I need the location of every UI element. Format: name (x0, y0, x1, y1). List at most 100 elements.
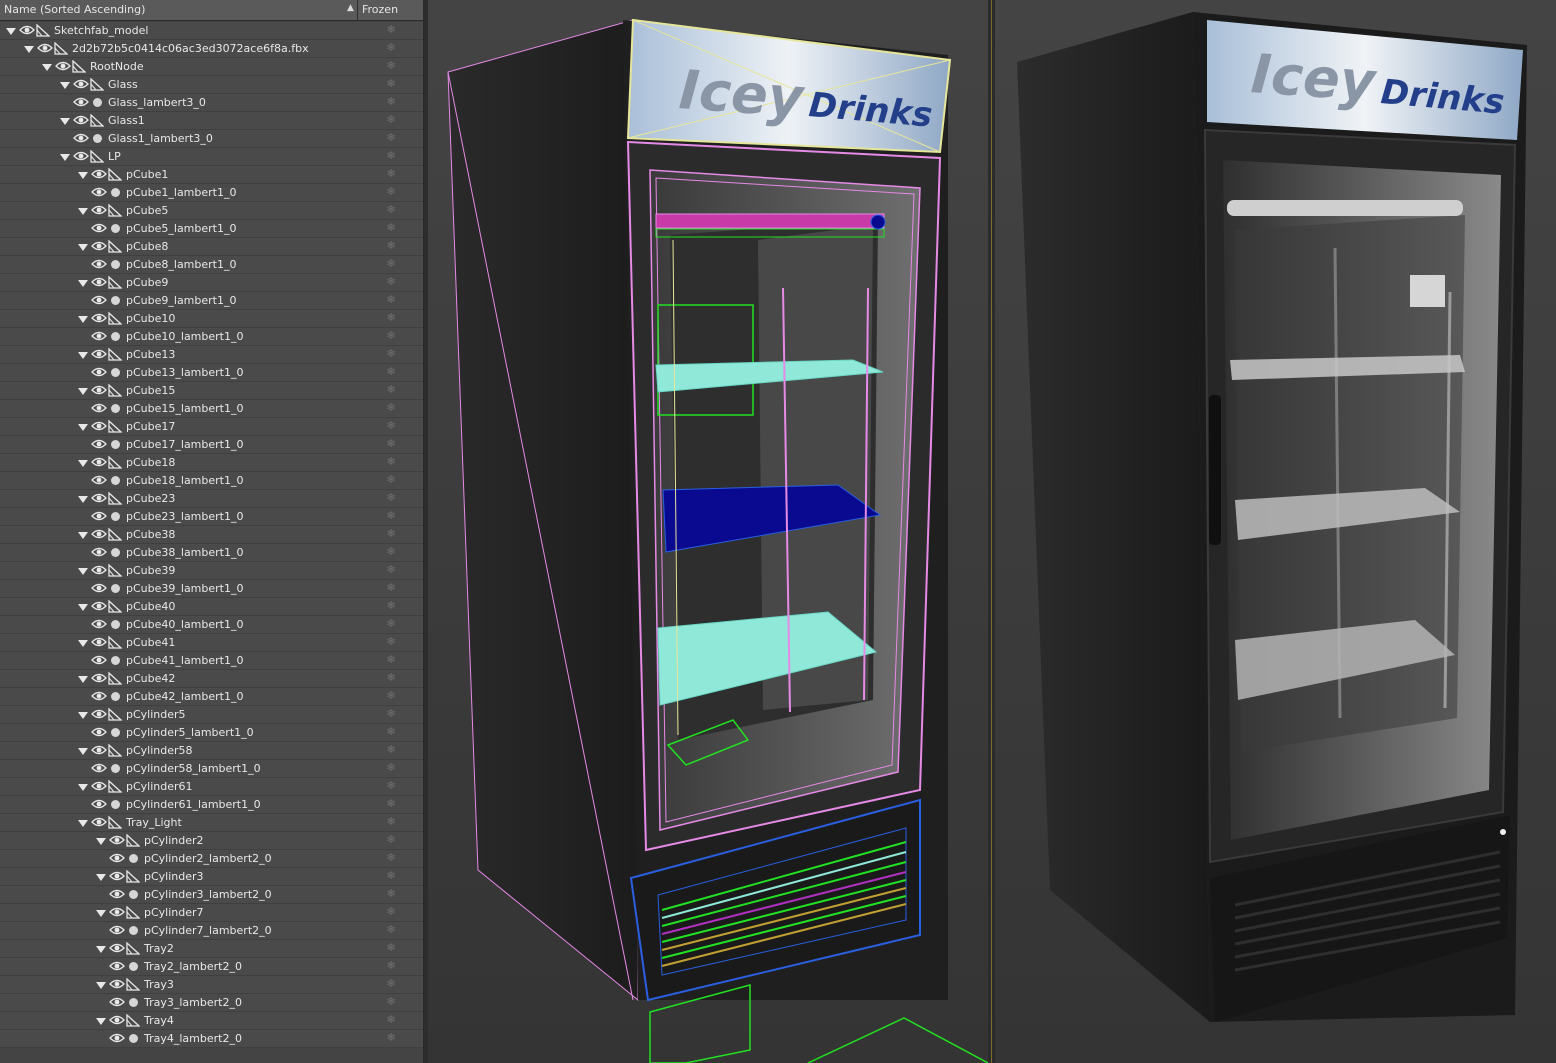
tree-row-mesh[interactable]: Glass1_lambert3_0 ❄ (0, 130, 423, 148)
visibility-eye-icon[interactable] (109, 978, 125, 990)
tree-row-mesh[interactable]: pCylinder7_lambert2_0 ❄ (0, 922, 423, 940)
visibility-eye-icon[interactable] (91, 618, 107, 630)
visibility-eye-icon[interactable] (109, 1032, 125, 1044)
tree-row-group[interactable]: pCube18 ❄ (0, 454, 423, 472)
frozen-toggle-icon[interactable]: ❄ (385, 95, 397, 109)
visibility-eye-icon[interactable] (91, 582, 107, 594)
visibility-eye-icon[interactable] (55, 60, 71, 72)
frozen-toggle-icon[interactable]: ❄ (385, 941, 397, 955)
visibility-eye-icon[interactable] (73, 114, 89, 126)
frozen-toggle-icon[interactable]: ❄ (385, 653, 397, 667)
column-divider[interactable] (357, 0, 358, 20)
frozen-toggle-icon[interactable]: ❄ (385, 221, 397, 235)
tree-row-group[interactable]: pCube42 ❄ (0, 670, 423, 688)
visibility-eye-icon[interactable] (91, 546, 107, 558)
tree-row-group[interactable]: pCylinder58 ❄ (0, 742, 423, 760)
visibility-eye-icon[interactable] (91, 276, 107, 288)
frozen-toggle-icon[interactable]: ❄ (385, 41, 397, 55)
tree-row-group[interactable]: 2d2b72b5c0414c06ac3ed3072ace6f8a.fbx ❄ (0, 40, 423, 58)
frozen-toggle-icon[interactable]: ❄ (385, 887, 397, 901)
tree-row-mesh[interactable]: pCube5_lambert1_0 ❄ (0, 220, 423, 238)
tree-row-mesh[interactable]: pCylinder61_lambert1_0 ❄ (0, 796, 423, 814)
frozen-toggle-icon[interactable]: ❄ (385, 725, 397, 739)
visibility-eye-icon[interactable] (109, 870, 125, 882)
visibility-eye-icon[interactable] (91, 600, 107, 612)
tree-row-mesh[interactable]: pCylinder3_lambert2_0 ❄ (0, 886, 423, 904)
frozen-toggle-icon[interactable]: ❄ (385, 833, 397, 847)
expand-toggle-icon[interactable] (78, 460, 88, 467)
visibility-eye-icon[interactable] (109, 852, 125, 864)
tree-row-mesh[interactable]: pCube10_lambert1_0 ❄ (0, 328, 423, 346)
tree-row-group[interactable]: Tray4 ❄ (0, 1012, 423, 1030)
visibility-eye-icon[interactable] (91, 186, 107, 198)
expand-toggle-icon[interactable] (78, 280, 88, 287)
tree-row-mesh[interactable]: pCube13_lambert1_0 ❄ (0, 364, 423, 382)
visibility-eye-icon[interactable] (91, 240, 107, 252)
visibility-eye-icon[interactable] (91, 510, 107, 522)
frozen-toggle-icon[interactable]: ❄ (385, 239, 397, 253)
visibility-eye-icon[interactable] (91, 762, 107, 774)
expand-toggle-icon[interactable] (78, 784, 88, 791)
tree-row-group[interactable]: pCube9 ❄ (0, 274, 423, 292)
visibility-eye-icon[interactable] (91, 474, 107, 486)
tree-row-mesh[interactable]: pCube8_lambert1_0 ❄ (0, 256, 423, 274)
expand-toggle-icon[interactable] (6, 28, 16, 35)
frozen-toggle-icon[interactable]: ❄ (385, 563, 397, 577)
frozen-toggle-icon[interactable]: ❄ (385, 491, 397, 505)
tree-row-mesh[interactable]: pCube38_lambert1_0 ❄ (0, 544, 423, 562)
visibility-eye-icon[interactable] (91, 384, 107, 396)
visibility-eye-icon[interactable] (91, 330, 107, 342)
expand-toggle-icon[interactable] (96, 982, 106, 989)
visibility-eye-icon[interactable] (91, 690, 107, 702)
frozen-toggle-icon[interactable]: ❄ (385, 383, 397, 397)
tree-row-mesh[interactable]: pCube42_lambert1_0 ❄ (0, 688, 423, 706)
frozen-toggle-icon[interactable]: ❄ (385, 437, 397, 451)
frozen-toggle-icon[interactable]: ❄ (385, 455, 397, 469)
expand-toggle-icon[interactable] (78, 496, 88, 503)
frozen-toggle-icon[interactable]: ❄ (385, 257, 397, 271)
tree-row-mesh[interactable]: pCylinder58_lambert1_0 ❄ (0, 760, 423, 778)
tree-row-group[interactable]: Glass1 ❄ (0, 112, 423, 130)
frozen-toggle-icon[interactable]: ❄ (385, 923, 397, 937)
visibility-eye-icon[interactable] (91, 564, 107, 576)
tree-row-group[interactable]: LP ❄ (0, 148, 423, 166)
visibility-eye-icon[interactable] (91, 204, 107, 216)
frozen-toggle-icon[interactable]: ❄ (385, 329, 397, 343)
visibility-eye-icon[interactable] (91, 420, 107, 432)
frozen-toggle-icon[interactable]: ❄ (385, 671, 397, 685)
frozen-toggle-icon[interactable]: ❄ (385, 851, 397, 865)
expand-toggle-icon[interactable] (78, 352, 88, 359)
tree-row-group[interactable]: pCylinder7 ❄ (0, 904, 423, 922)
tree-row-mesh[interactable]: Tray2_lambert2_0 ❄ (0, 958, 423, 976)
frozen-toggle-icon[interactable]: ❄ (385, 149, 397, 163)
expand-toggle-icon[interactable] (78, 172, 88, 179)
visibility-eye-icon[interactable] (91, 402, 107, 414)
visibility-eye-icon[interactable] (91, 456, 107, 468)
visibility-eye-icon[interactable] (91, 726, 107, 738)
visibility-eye-icon[interactable] (109, 906, 125, 918)
tree-row-group[interactable]: pCube23 ❄ (0, 490, 423, 508)
expand-toggle-icon[interactable] (78, 712, 88, 719)
tree-row-mesh[interactable]: pCube39_lambert1_0 ❄ (0, 580, 423, 598)
tree-row-group[interactable]: pCube8 ❄ (0, 238, 423, 256)
frozen-toggle-icon[interactable]: ❄ (385, 815, 397, 829)
frozen-toggle-icon[interactable]: ❄ (385, 959, 397, 973)
frozen-toggle-icon[interactable]: ❄ (385, 293, 397, 307)
tree-row-mesh[interactable]: pCylinder5_lambert1_0 ❄ (0, 724, 423, 742)
visibility-eye-icon[interactable] (91, 654, 107, 666)
tree-row-group[interactable]: pCube38 ❄ (0, 526, 423, 544)
frozen-toggle-icon[interactable]: ❄ (385, 527, 397, 541)
visibility-eye-icon[interactable] (91, 222, 107, 234)
visibility-eye-icon[interactable] (73, 150, 89, 162)
expand-toggle-icon[interactable] (78, 208, 88, 215)
expand-toggle-icon[interactable] (78, 820, 88, 827)
frozen-toggle-icon[interactable]: ❄ (385, 23, 397, 37)
expand-toggle-icon[interactable] (96, 1018, 106, 1025)
frozen-column-header[interactable]: Frozen (362, 3, 398, 16)
expand-toggle-icon[interactable] (78, 532, 88, 539)
visibility-eye-icon[interactable] (109, 960, 125, 972)
viewport-wireframe[interactable]: Icey Drinks (428, 0, 988, 1063)
frozen-toggle-icon[interactable]: ❄ (385, 419, 397, 433)
tree-row-mesh[interactable]: pCube23_lambert1_0 ❄ (0, 508, 423, 526)
frozen-toggle-icon[interactable]: ❄ (385, 311, 397, 325)
